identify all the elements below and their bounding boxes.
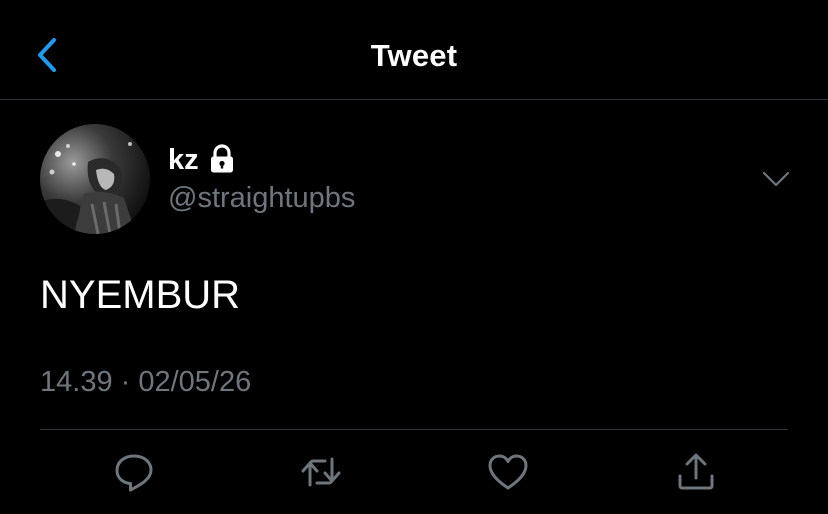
heart-icon bbox=[488, 454, 528, 490]
profile-photo bbox=[40, 124, 150, 234]
chevron-down-icon bbox=[762, 171, 790, 187]
retweet-button[interactable] bbox=[299, 450, 343, 494]
share-button[interactable] bbox=[674, 450, 718, 494]
avatar[interactable] bbox=[40, 124, 150, 234]
reply-icon bbox=[115, 454, 153, 492]
retweet-icon bbox=[301, 457, 341, 487]
more-options-button[interactable] bbox=[760, 166, 792, 192]
share-icon bbox=[678, 453, 714, 490]
page-title: Tweet bbox=[370, 38, 458, 73]
author-name-row[interactable]: kz bbox=[168, 142, 235, 178]
user-handle[interactable]: @straightupbs bbox=[168, 182, 355, 215]
tweet-timestamp[interactable]: 14.39 · 02/05/26 bbox=[40, 366, 251, 399]
divider bbox=[40, 429, 788, 430]
tweet-text: NYEMBUR bbox=[40, 273, 241, 317]
like-button[interactable] bbox=[486, 450, 530, 494]
lock-icon bbox=[209, 144, 235, 174]
display-name: kz bbox=[168, 143, 199, 176]
reply-button[interactable] bbox=[112, 450, 156, 494]
top-bar: Tweet bbox=[0, 0, 828, 100]
